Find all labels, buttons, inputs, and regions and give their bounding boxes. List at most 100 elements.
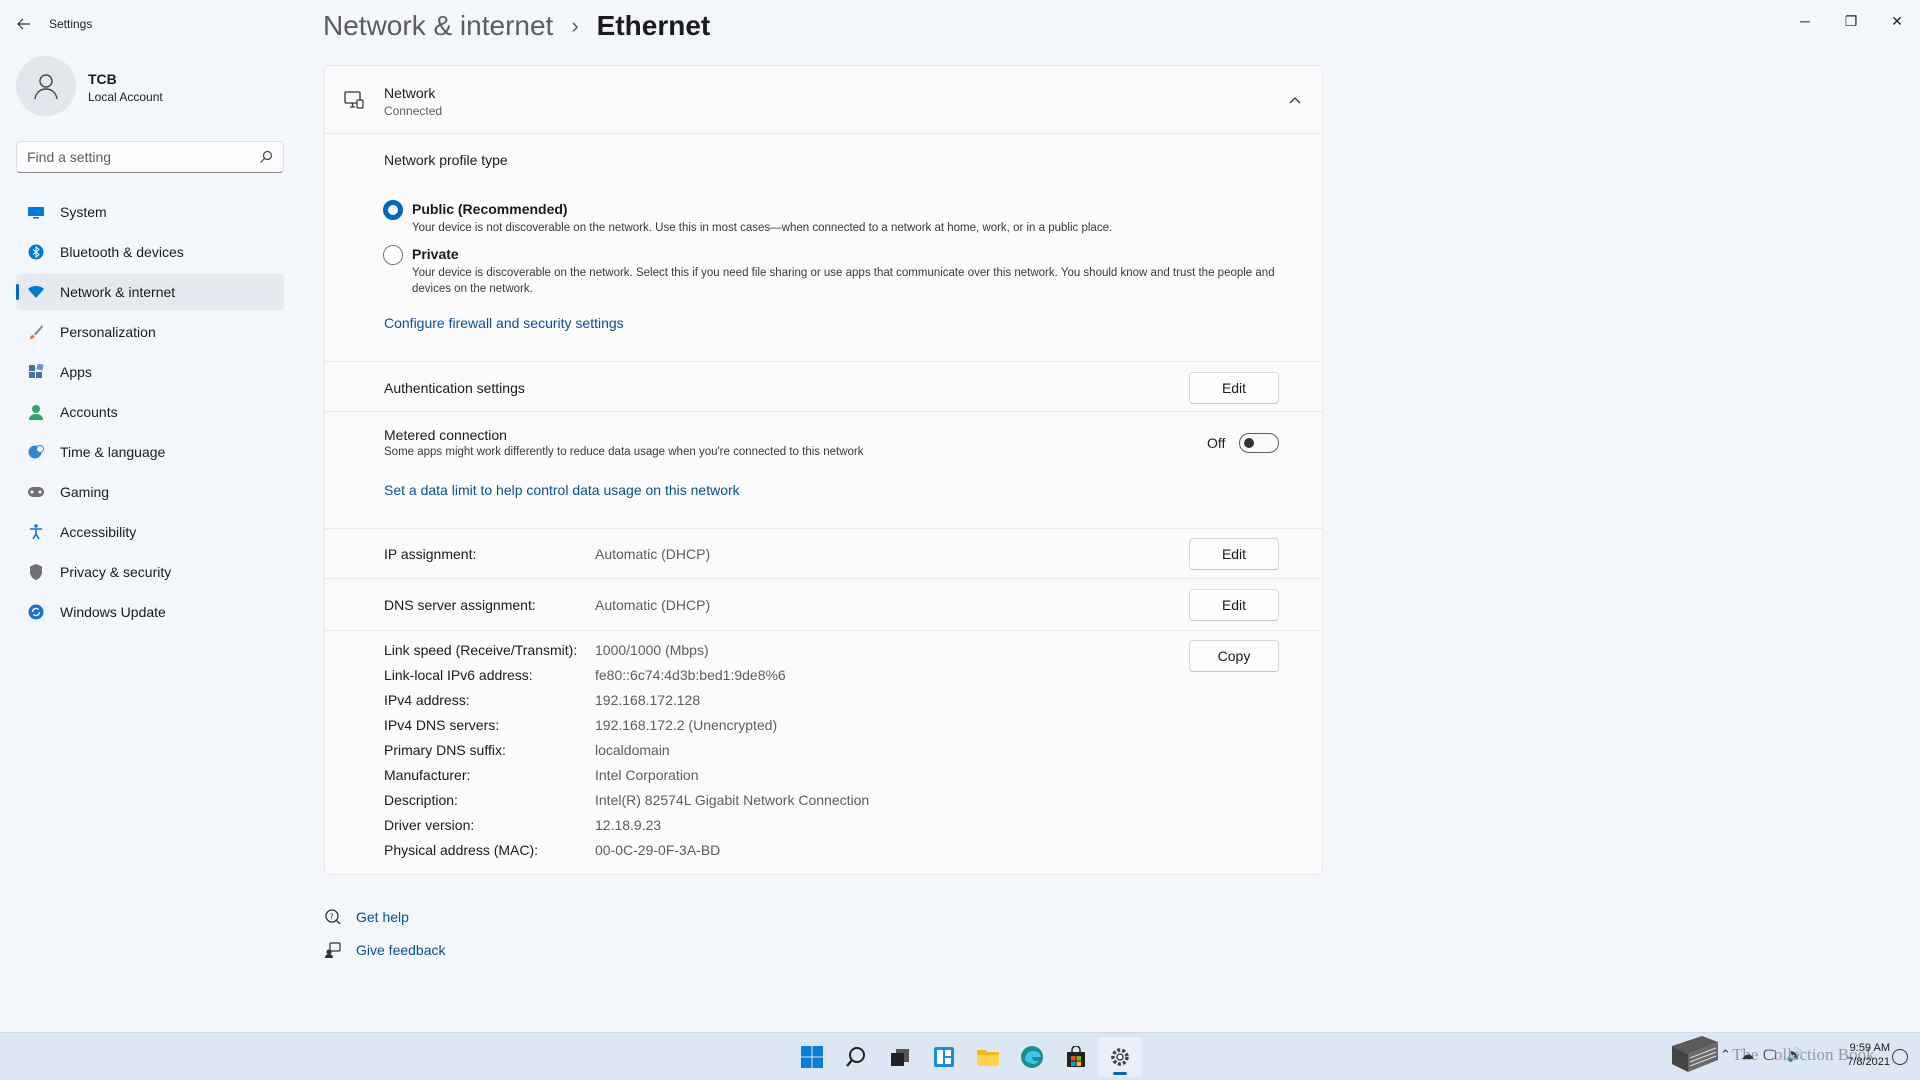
metered-toggle[interactable] — [1239, 433, 1279, 453]
minimize-button[interactable]: ─ — [1782, 6, 1828, 36]
network-icon[interactable]: 🖵 — [1764, 1047, 1777, 1063]
network-card: Network Connected Network profile type P… — [324, 65, 1323, 875]
avatar[interactable] — [16, 56, 76, 116]
title-bar: Settings ─ ❐ ✕ — [0, 0, 1920, 46]
get-help-row[interactable]: ? Get help — [324, 908, 409, 926]
sidebar-item-network[interactable]: Network & internet — [16, 274, 284, 310]
network-card-header[interactable]: Network Connected — [325, 66, 1322, 134]
public-radio[interactable] — [383, 200, 403, 220]
sidebar-item-bluetooth[interactable]: Bluetooth & devices — [16, 234, 284, 270]
widgets-icon[interactable] — [922, 1037, 966, 1077]
prop-value: 192.168.172.128 — [595, 692, 701, 708]
profile-name: TCB — [88, 71, 117, 87]
search-icon[interactable] — [834, 1037, 878, 1077]
settings-icon[interactable] — [1098, 1037, 1142, 1077]
give-feedback-row[interactable]: Give feedback — [324, 941, 446, 959]
sidebar-item-label: Privacy & security — [60, 564, 172, 580]
sidebar-item-accessibility[interactable]: Accessibility — [16, 514, 284, 550]
person-icon — [27, 403, 45, 421]
sidebar-item-label: Gaming — [60, 484, 110, 500]
sidebar-item-windows-update[interactable]: Windows Update — [16, 594, 284, 630]
sidebar-item-label: Network & internet — [60, 284, 176, 300]
help-chat-icon: ? — [324, 908, 342, 926]
cloud-icon[interactable]: ☁ — [1741, 1047, 1754, 1063]
close-button[interactable]: ✕ — [1874, 6, 1920, 36]
ip-edit-button[interactable]: Edit — [1189, 538, 1279, 570]
clock[interactable]: 9:59 AM 7/8/2021 — [1820, 1041, 1890, 1069]
shield-icon — [27, 563, 45, 581]
private-option-desc: Your device is discoverable on the netwo… — [412, 267, 1275, 295]
prop-value: 1000/1000 (Mbps) — [595, 642, 709, 658]
prop-label: IPv4 DNS servers: — [384, 717, 500, 733]
dns-assignment-value: Automatic (DHCP) — [595, 597, 711, 613]
user-profile: TCB Local Account — [16, 56, 286, 118]
sidebar-item-label: Personalization — [60, 324, 156, 340]
sidebar-item-system[interactable]: System — [16, 194, 284, 230]
sidebar-item-label: Accessibility — [60, 524, 137, 540]
apps-icon — [27, 363, 45, 381]
breadcrumb-separator: › — [571, 13, 579, 38]
file-explorer-icon[interactable] — [966, 1037, 1010, 1077]
prop-label: Description: — [384, 792, 458, 808]
dns-edit-button[interactable]: Edit — [1189, 589, 1279, 621]
update-icon — [27, 603, 45, 621]
maximize-button[interactable]: ❐ — [1828, 6, 1874, 36]
sidebar-item-accounts[interactable]: Accounts — [16, 394, 284, 430]
data-limit-link[interactable]: Set a data limit to help control data us… — [384, 482, 740, 498]
auth-settings-label: Authentication settings — [384, 380, 525, 396]
feedback-icon — [324, 941, 342, 959]
store-icon[interactable] — [1054, 1037, 1098, 1077]
give-feedback-link[interactable]: Give feedback — [356, 942, 446, 958]
divider — [325, 578, 1322, 579]
app-title: Settings — [49, 17, 93, 31]
metered-state: Off — [1207, 435, 1226, 451]
prop-value: 192.168.172.2 (Unencrypted) — [595, 717, 778, 733]
prop-label: Link speed (Receive/Transmit): — [384, 642, 578, 658]
clock-date: 7/8/2021 — [1847, 1056, 1890, 1068]
edge-icon[interactable] — [1010, 1037, 1054, 1077]
chevron-up-icon[interactable] — [1285, 90, 1305, 110]
sidebar-item-label: Bluetooth & devices — [60, 244, 184, 260]
task-view-icon[interactable] — [878, 1037, 922, 1077]
divider — [325, 411, 1322, 412]
prop-value: 00-0C-29-0F-3A-BD — [595, 842, 721, 858]
notification-icon[interactable] — [1892, 1049, 1908, 1065]
sidebar-item-label: System — [60, 204, 107, 220]
prop-label: Physical address (MAC): — [384, 842, 539, 858]
ip-assignment-value: Automatic (DHCP) — [595, 546, 711, 562]
prop-label: Manufacturer: — [384, 767, 471, 783]
accessibility-icon — [27, 523, 45, 541]
breadcrumb-parent[interactable]: Network & internet — [323, 10, 553, 42]
brush-icon — [27, 323, 45, 341]
metered-desc: Some apps might work differently to redu… — [384, 446, 864, 458]
divider — [325, 528, 1322, 529]
sidebar-item-personalization[interactable]: Personalization — [16, 314, 284, 350]
monitor-icon — [27, 203, 45, 221]
sidebar-item-time-language[interactable]: Time & language — [16, 434, 284, 470]
breadcrumb: Network & internet › Ethernet — [323, 10, 710, 42]
sidebar-item-apps[interactable]: Apps — [16, 354, 284, 390]
sidebar-item-gaming[interactable]: Gaming — [16, 474, 284, 510]
volume-icon[interactable]: 🔊 — [1786, 1047, 1802, 1063]
windows-start-icon[interactable] — [790, 1037, 834, 1077]
private-radio[interactable] — [383, 245, 403, 265]
globe-clock-icon — [27, 443, 45, 461]
auth-edit-button[interactable]: Edit — [1189, 372, 1279, 404]
firewall-settings-link[interactable]: Configure firewall and security settings — [384, 315, 624, 331]
svg-text:?: ? — [330, 913, 334, 922]
ethernet-monitor-icon — [344, 91, 364, 109]
search-icon[interactable] — [259, 150, 273, 164]
bluetooth-icon — [27, 243, 45, 261]
prop-label: Link-local IPv6 address: — [384, 667, 533, 683]
copy-button[interactable]: Copy — [1189, 640, 1279, 672]
metered-label: Metered connection — [384, 427, 507, 443]
sidebar-item-privacy[interactable]: Privacy & security — [16, 554, 284, 590]
wifi-icon — [27, 283, 45, 301]
get-help-link[interactable]: Get help — [356, 909, 409, 925]
back-arrow-icon[interactable] — [12, 12, 36, 36]
page-title: Ethernet — [596, 10, 711, 41]
search-box[interactable] — [16, 141, 284, 173]
system-tray: ⌃ ☁ 🖵 🔊 — [1720, 1047, 1803, 1063]
search-input[interactable] — [27, 148, 247, 166]
profile-type-label: Network profile type — [384, 152, 508, 168]
